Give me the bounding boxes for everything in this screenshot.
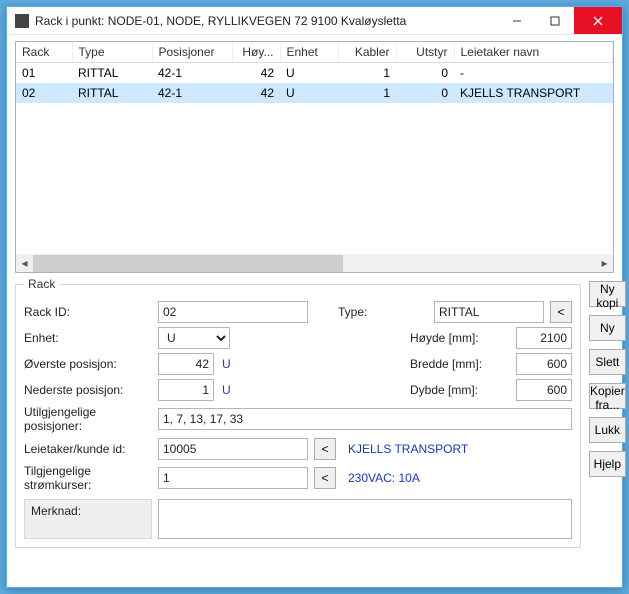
side-buttons: Ny kopi Ny Slett Kopier fra... Lukk Hjel…	[589, 277, 626, 579]
overste-input[interactable]	[158, 353, 214, 375]
lukk-button[interactable]: Lukk	[589, 417, 626, 443]
cell-posisjoner: 42-1	[152, 63, 232, 84]
table-row[interactable]: 02RITTAL42-142U10KJELLS TRANSPORT	[16, 83, 613, 103]
kopier-fra-button[interactable]: Kopier fra...	[589, 383, 626, 409]
col-kabler[interactable]: Kabler	[338, 42, 396, 63]
ny-button[interactable]: Ny	[589, 315, 626, 341]
titlebar[interactable]: Rack i punkt: NODE-01, NODE, RYLLIKVEGEN…	[7, 7, 622, 35]
chevron-left-icon: <	[321, 471, 328, 485]
col-rack[interactable]: Rack	[16, 42, 72, 63]
label-type: Type:	[338, 305, 428, 319]
cell-posisjoner: 42-1	[152, 83, 232, 103]
cell-type: RITTAL	[72, 83, 152, 103]
cell-leietaker: KJELLS TRANSPORT	[454, 83, 613, 103]
cell-leietaker: -	[454, 63, 613, 84]
table-row[interactable]: 01RITTAL42-142U10-	[16, 63, 613, 84]
window-title: Rack i punkt: NODE-01, NODE, RYLLIKVEGEN…	[35, 14, 498, 28]
strom-desc-text: 230VAC: 10A	[348, 471, 420, 485]
chevron-left-icon: <	[557, 305, 564, 319]
enhet-select[interactable]: U	[158, 327, 230, 349]
strom-lookup-button[interactable]: <	[314, 467, 336, 489]
cell-utstyr: 0	[396, 83, 454, 103]
app-window: Rack i punkt: NODE-01, NODE, RYLLIKVEGEN…	[6, 6, 623, 588]
label-leietaker: Leietaker/kunde id:	[24, 442, 152, 456]
maximize-button[interactable]	[536, 7, 574, 34]
rack-legend: Rack	[24, 277, 59, 291]
content-area: Rack Type Posisjoner Høy... Enhet Kabler…	[7, 35, 622, 587]
col-type[interactable]: Type	[72, 42, 152, 63]
label-utilgj: Utilgjengelige posisjoner:	[24, 405, 152, 434]
label-bredde: Bredde [mm]:	[410, 357, 510, 371]
col-leietaker[interactable]: Leietaker navn	[454, 42, 613, 63]
nederste-unit: U	[222, 383, 231, 397]
label-overste: Øverste posisjon:	[24, 357, 152, 371]
cell-type: RITTAL	[72, 63, 152, 84]
cell-hoyde: 42	[232, 83, 280, 103]
cell-utstyr: 0	[396, 63, 454, 84]
bredde-input[interactable]	[516, 353, 572, 375]
cell-hoyde: 42	[232, 63, 280, 84]
type-lookup-button[interactable]: <	[550, 301, 572, 323]
dybde-input[interactable]	[516, 379, 572, 401]
label-nederste: Nederste posisjon:	[24, 383, 152, 397]
merknad-textarea[interactable]	[158, 499, 572, 539]
minimize-button[interactable]	[498, 7, 536, 34]
cell-kabler: 1	[338, 63, 396, 84]
label-merknad: Merknad:	[24, 499, 152, 539]
table-header-row[interactable]: Rack Type Posisjoner Høy... Enhet Kabler…	[16, 42, 613, 63]
chevron-left-icon: <	[321, 442, 328, 456]
label-dybde: Dybde [mm]:	[410, 383, 510, 397]
app-icon	[15, 14, 29, 28]
hoyde-input[interactable]	[516, 327, 572, 349]
window-controls	[498, 7, 622, 34]
label-enhet: Enhet:	[24, 331, 152, 345]
scroll-track[interactable]	[33, 255, 596, 272]
col-hoyde[interactable]: Høy...	[232, 42, 280, 63]
scroll-left-icon[interactable]: ◂	[16, 255, 33, 272]
cell-kabler: 1	[338, 83, 396, 103]
utilgj-input[interactable]	[158, 408, 572, 430]
rack-grid[interactable]: Rack Type Posisjoner Høy... Enhet Kabler…	[15, 41, 614, 273]
rack-fieldset: Rack Rack ID: Type: < Enhet: U	[15, 277, 581, 548]
cell-rack: 01	[16, 63, 72, 84]
hjelp-button[interactable]: Hjelp	[589, 451, 626, 477]
close-button[interactable]	[574, 7, 622, 34]
col-utstyr[interactable]: Utstyr	[396, 42, 454, 63]
ny-kopi-button[interactable]: Ny kopi	[589, 281, 626, 307]
leietaker-id-input[interactable]	[158, 438, 308, 460]
overste-unit: U	[222, 357, 231, 371]
scroll-right-icon[interactable]: ▸	[596, 255, 613, 272]
label-rack-id: Rack ID:	[24, 305, 152, 319]
col-enhet[interactable]: Enhet	[280, 42, 338, 63]
cell-rack: 02	[16, 83, 72, 103]
cell-enhet: U	[280, 63, 338, 84]
leietaker-lookup-button[interactable]: <	[314, 438, 336, 460]
nederste-input[interactable]	[158, 379, 214, 401]
label-strom: Tilgjengelige strømkurser:	[24, 464, 152, 493]
rack-table: Rack Type Posisjoner Høy... Enhet Kabler…	[16, 42, 613, 103]
scroll-thumb[interactable]	[33, 255, 343, 272]
horizontal-scrollbar[interactable]: ◂ ▸	[16, 254, 613, 272]
label-hoyde: Høyde [mm]:	[410, 331, 510, 345]
col-posisjoner[interactable]: Posisjoner	[152, 42, 232, 63]
leietaker-name-text: KJELLS TRANSPORT	[348, 442, 468, 456]
rack-id-input[interactable]	[158, 301, 308, 323]
strom-id-input[interactable]	[158, 467, 308, 489]
type-input[interactable]	[434, 301, 544, 323]
cell-enhet: U	[280, 83, 338, 103]
slett-button[interactable]: Slett	[589, 349, 626, 375]
